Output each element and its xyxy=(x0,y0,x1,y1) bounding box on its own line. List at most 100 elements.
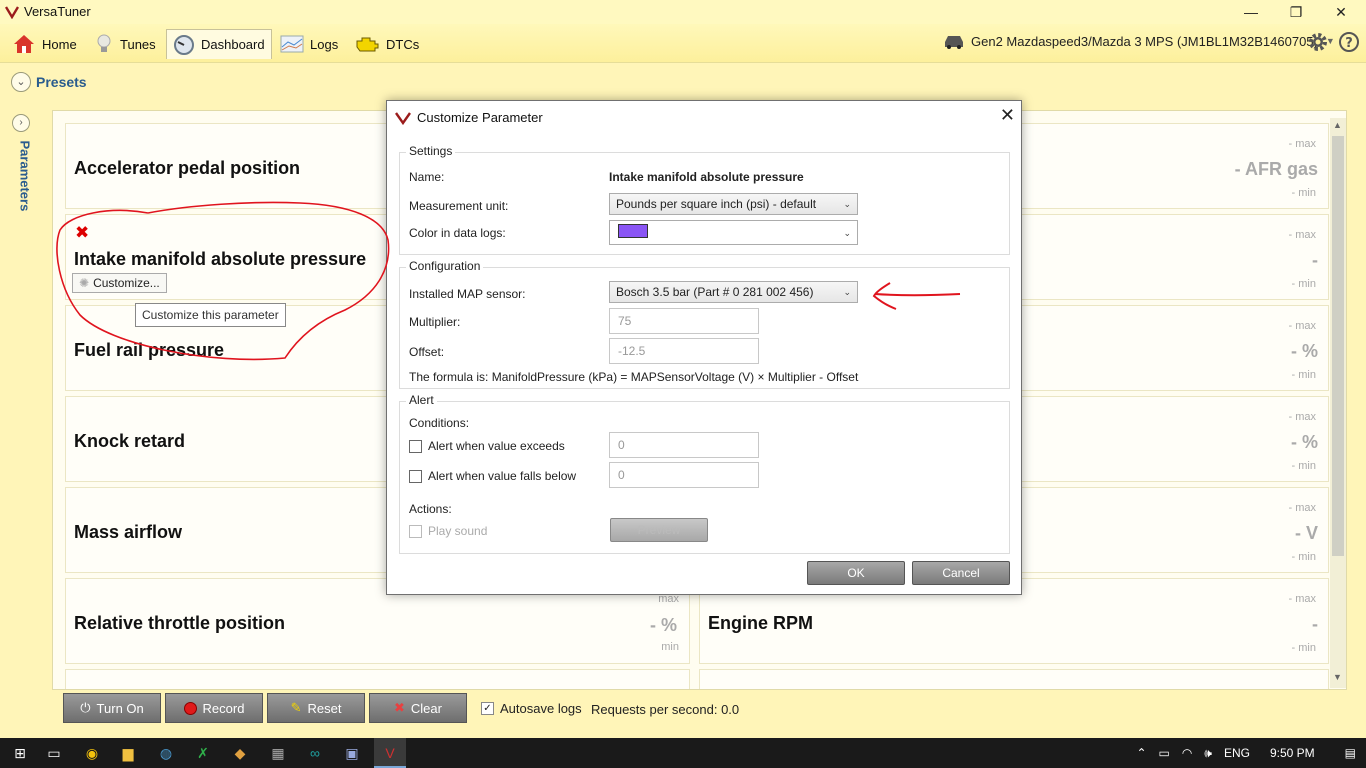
settings-group-label: Settings xyxy=(406,144,456,158)
chevron-down-icon[interactable]: ▼ xyxy=(1333,672,1342,682)
configuration-group: Configuration Installed MAP sensor: Bosc… xyxy=(399,259,1010,389)
tile-value: - % xyxy=(1291,341,1318,361)
chevron-down-icon[interactable]: ⌄ xyxy=(11,72,31,92)
versatuner-taskbar-icon[interactable]: V xyxy=(374,738,406,768)
task-view-icon[interactable]: ▭ xyxy=(44,743,64,763)
tile-min: - min xyxy=(1291,278,1316,290)
color-select[interactable]: ⌄ xyxy=(609,220,858,245)
power-icon: ⏻ xyxy=(80,700,91,715)
app-icon[interactable]: ▦ xyxy=(268,743,288,763)
alert-group-label: Alert xyxy=(406,393,437,407)
chevron-up-icon[interactable]: ▲ xyxy=(1333,120,1342,130)
multiplier-label: Multiplier: xyxy=(409,315,461,329)
tab-home[interactable]: Home xyxy=(6,29,83,59)
app-icon[interactable]: ◆ xyxy=(230,743,250,763)
minimize-button[interactable]: — xyxy=(1228,0,1274,24)
name-value: Intake manifold absolute pressure xyxy=(609,170,804,184)
turn-on-label: Turn On xyxy=(96,700,144,716)
tile-min: - min xyxy=(1291,551,1316,563)
tab-tunes[interactable]: Tunes xyxy=(88,29,162,59)
record-button[interactable]: Record xyxy=(165,693,263,723)
app-icon[interactable]: ◍ xyxy=(156,743,176,763)
map-sensor-select[interactable]: Bosch 3.5 bar (Part # 0 281 002 456) ⌄ xyxy=(609,281,858,303)
gear-icon[interactable] xyxy=(1307,31,1329,53)
tile-name: Fuel rail pressure xyxy=(74,340,225,360)
wifi-icon[interactable]: ◠ xyxy=(1182,746,1192,760)
unit-select[interactable]: Pounds per square inch (psi) - default ⌄ xyxy=(609,193,858,215)
color-swatch xyxy=(618,224,648,238)
chevron-up-icon[interactable]: ⌃ xyxy=(1136,746,1146,760)
dashboard-scrollbar[interactable]: ▲ ▼ xyxy=(1330,118,1346,688)
tile-value: - % xyxy=(650,615,677,635)
preview-button[interactable]: Preview xyxy=(610,518,708,542)
windows-start-icon[interactable]: ⊞ xyxy=(10,743,30,763)
tab-tunes-label: Tunes xyxy=(120,36,156,52)
tab-home-label: Home xyxy=(42,36,77,52)
tile-name: Mass airflow xyxy=(74,522,183,542)
app-icon[interactable]: ▣ xyxy=(342,743,362,763)
offset-input[interactable]: -12.5 xyxy=(609,338,759,364)
checkbox-icon xyxy=(409,439,422,453)
formula-text: The formula is: ManifoldPressure (kPa) =… xyxy=(409,370,859,384)
chevron-right-icon[interactable]: › xyxy=(12,114,30,132)
file-explorer-icon[interactable]: ▆ xyxy=(118,743,138,763)
autosave-checkbox[interactable]: ✓ Autosave logs xyxy=(481,701,582,716)
tile-name: Knock retard xyxy=(74,431,186,451)
chrome-icon[interactable]: ◉ xyxy=(82,743,102,763)
tab-logs[interactable]: Logs xyxy=(274,29,344,59)
tile-min: - min xyxy=(1291,369,1316,381)
app-title: VersaTuner xyxy=(24,4,91,19)
alert-exceeds-input[interactable]: 0 xyxy=(609,432,759,458)
tile-min: - min xyxy=(1291,187,1316,199)
play-sound-checkbox[interactable]: Play sound xyxy=(409,524,487,538)
parameters-label[interactable]: Parameters xyxy=(18,141,33,231)
customize-label: Customize... xyxy=(93,276,160,290)
volume-icon[interactable]: 🕪 xyxy=(1204,746,1212,761)
clock[interactable]: 9:50 PM xyxy=(1270,746,1315,760)
tab-dtcs[interactable]: DTCs xyxy=(348,29,425,59)
multiplier-input[interactable]: 75 xyxy=(609,308,759,334)
clear-button[interactable]: ✖ Clear xyxy=(369,693,467,723)
close-icon[interactable]: ✕ xyxy=(1000,105,1015,126)
eraser-icon: ✎ xyxy=(290,700,302,715)
chevron-down-icon: ⌄ xyxy=(843,287,851,297)
maximize-button[interactable]: ❐ xyxy=(1273,0,1319,24)
tile-name: Intake manifold absolute pressure xyxy=(74,249,367,269)
turn-on-button[interactable]: ⏻ Turn On xyxy=(63,693,161,723)
help-icon[interactable]: ? xyxy=(1338,31,1360,53)
scroll-thumb[interactable] xyxy=(1332,136,1344,556)
lightbulb-icon xyxy=(97,34,111,52)
alert-below-input[interactable]: 0 xyxy=(609,462,759,488)
parameters-sidebar: › Parameters xyxy=(8,106,34,731)
arduino-icon[interactable]: ∞ xyxy=(305,743,325,763)
remove-parameter-icon[interactable]: ✖ xyxy=(75,223,89,243)
cancel-button[interactable]: Cancel xyxy=(912,561,1010,585)
checkbox-icon xyxy=(409,524,422,538)
offset-label: Offset: xyxy=(409,345,445,359)
battery-icon[interactable]: ▭ xyxy=(1159,746,1170,760)
unit-label: Measurement unit: xyxy=(409,199,509,213)
customize-button[interactable]: ✺ Customize... xyxy=(72,273,167,293)
reset-button[interactable]: ✎ Reset xyxy=(267,693,365,723)
alert-group: Alert Conditions: Alert when value excee… xyxy=(399,393,1010,554)
tile-value: - xyxy=(1312,250,1318,270)
svg-text:?: ? xyxy=(1345,36,1353,51)
ok-button[interactable]: OK xyxy=(807,561,905,585)
tile-max: - max xyxy=(1288,138,1317,150)
app-icon[interactable]: ✗ xyxy=(193,743,213,763)
vehicle-selector[interactable]: Gen2 Mazdaspeed3/Mazda 3 MPS (JM1BL1M32B… xyxy=(943,33,1335,49)
tile-min: min xyxy=(661,641,679,653)
gear-icon: ✺ xyxy=(79,276,90,290)
tab-logs-label: Logs xyxy=(310,36,339,52)
tab-dashboard[interactable]: Dashboard xyxy=(166,29,272,59)
close-button[interactable]: ✕ xyxy=(1318,0,1364,24)
alert-below-label: Alert when value falls below xyxy=(428,469,577,483)
car-icon xyxy=(945,36,963,49)
checkbox-icon xyxy=(409,469,422,483)
notifications-icon[interactable]: ▤ xyxy=(1345,746,1356,760)
home-icon xyxy=(14,35,34,53)
alert-exceeds-checkbox[interactable]: Alert when value exceeds xyxy=(409,439,565,453)
presets-label[interactable]: Presets xyxy=(36,74,87,90)
alert-below-checkbox[interactable]: Alert when value falls below xyxy=(409,469,576,483)
language-indicator[interactable]: ENG xyxy=(1224,746,1250,760)
